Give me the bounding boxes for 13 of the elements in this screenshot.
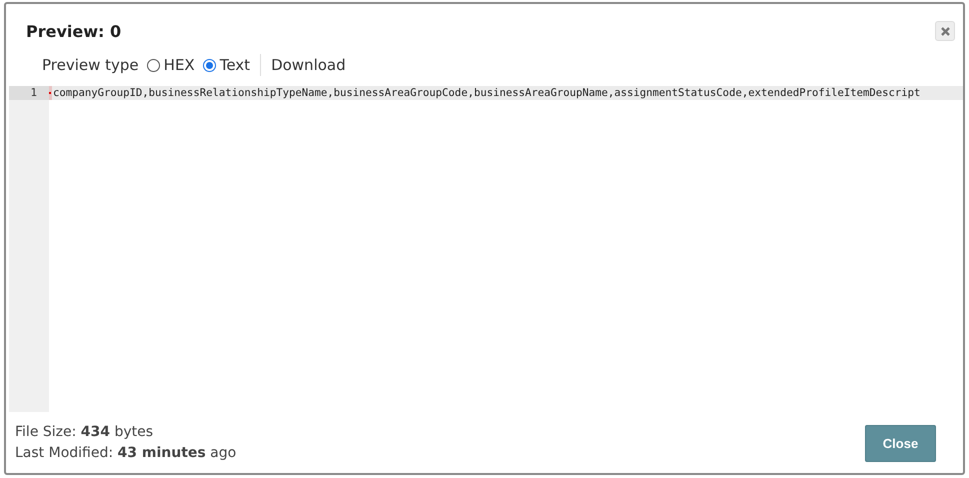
close-icon[interactable] — [935, 21, 955, 41]
radio-option[interactable]: HEX — [146, 56, 195, 74]
radio-icon[interactable] — [146, 58, 160, 72]
close-button[interactable]: Close — [865, 424, 936, 462]
radio-option[interactable]: Text — [202, 56, 250, 74]
last-modified-text: Last Modified: 43 minutes ago — [15, 444, 236, 463]
download-link[interactable]: Download — [271, 56, 346, 74]
file-size-text: File Size: 434 bytes — [15, 423, 154, 442]
code-line: companyGroupID,businessRelationshipTypeName,businessAreaGroupCode,businessAreaGroupName,assignmentStatusCode,extendedProfileItemDescript — [53, 86, 920, 100]
radio-icon[interactable] — [202, 58, 216, 72]
line-number: 1 — [9, 86, 49, 100]
preview-type-label: Preview type — [42, 56, 139, 74]
dialog-title: Preview: 0 — [26, 22, 122, 40]
